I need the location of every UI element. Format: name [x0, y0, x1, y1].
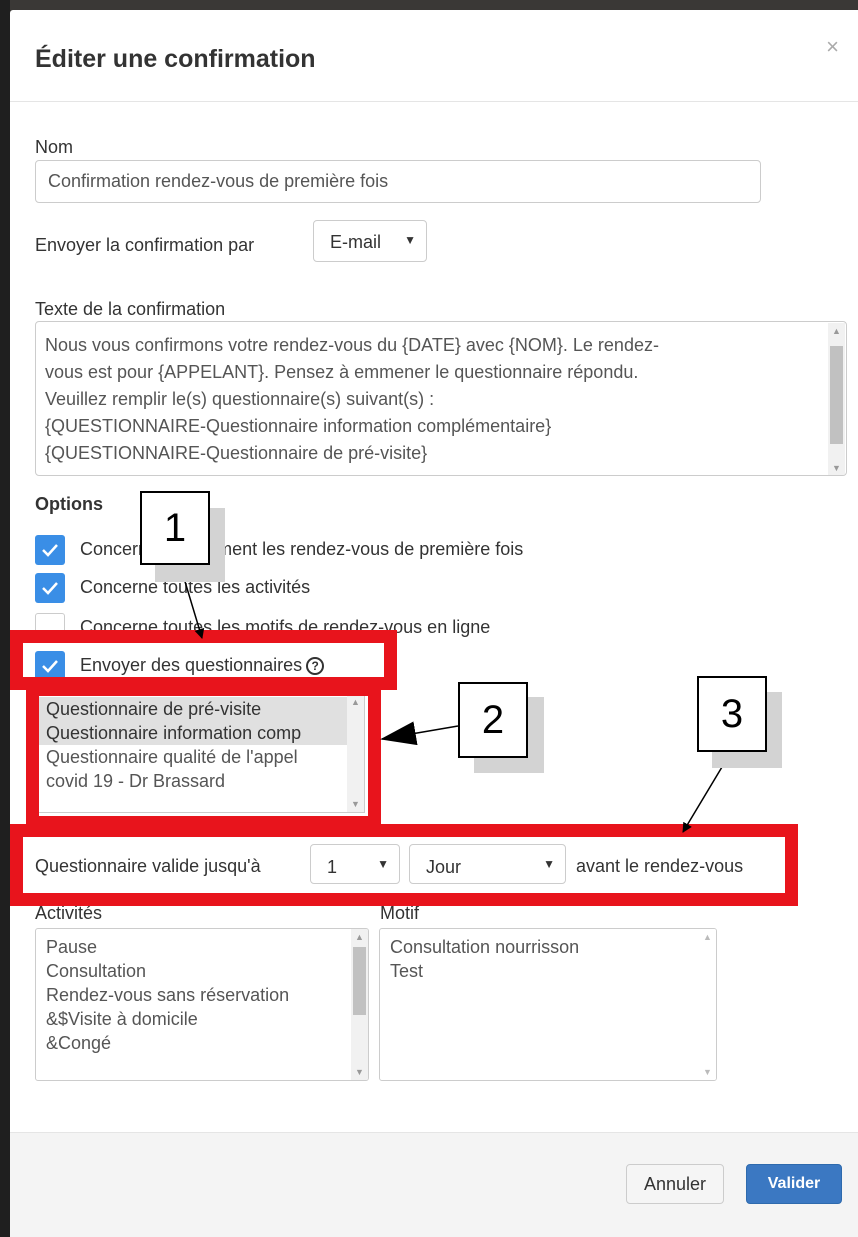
annotation-arrows	[179, 564, 732, 833]
callout-3: 3	[697, 676, 767, 752]
callout-1: 1	[140, 491, 210, 565]
arrow-2	[380, 721, 459, 746]
callout-2: 2	[458, 682, 528, 758]
